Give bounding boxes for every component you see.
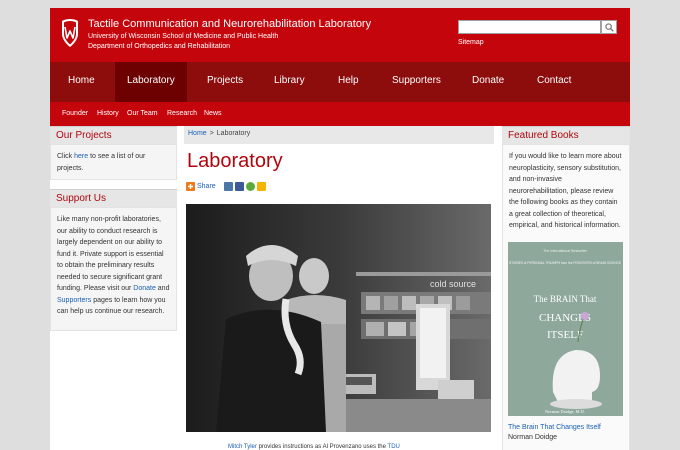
nav-donate[interactable]: Donate [472, 75, 504, 86]
site-header: Tactile Communication and Neurorehabilit… [50, 8, 630, 62]
book-author: Norman Doidge [508, 434, 558, 441]
book-cover-image[interactable]: The International Bestseller STORIES of … [508, 242, 623, 416]
subnav-research[interactable]: Research [167, 110, 197, 117]
sub-nav: Founder History Our Team Research News [50, 102, 630, 126]
vk-icon[interactable] [223, 182, 233, 191]
site-subtitle-university: University of Wisconsin School of Medici… [88, 33, 279, 40]
nav-home[interactable]: Home [68, 75, 95, 86]
page-title: Laboratory [187, 150, 283, 172]
breadcrumb-current: Laboratory [216, 130, 251, 137]
breadcrumb-home[interactable]: Home [188, 130, 207, 137]
share-plus-icon[interactable] [186, 182, 195, 191]
donate-link[interactable]: Donate [133, 285, 156, 292]
cover-title-line-1: The BRAIN That [534, 294, 597, 304]
cover-tagline: STORIES of PERSONAL TRIUMPH from the FRO… [509, 261, 621, 265]
main-nav: Home Laboratory Projects Library Help Su… [50, 62, 630, 102]
main-content: Home > Laboratory Laboratory Share cold … [184, 126, 494, 450]
sitemap-link[interactable]: Sitemap [458, 39, 484, 46]
featured-books-intro: If you would like to learn more about ne… [509, 153, 622, 229]
featured-books-heading: Featured Books [502, 126, 630, 144]
share-bar: Share [186, 182, 266, 191]
subnav-history[interactable]: History [97, 110, 119, 117]
subnav-our-team[interactable]: Our Team [127, 110, 158, 117]
our-projects-text: Click here to see a list of our projects… [50, 144, 177, 180]
nav-help[interactable]: Help [338, 75, 359, 86]
search-button[interactable] [601, 20, 617, 34]
subnav-founder[interactable]: Founder [62, 110, 88, 117]
left-sidebar: Our Projects Click here to see a list of… [50, 126, 177, 450]
nav-library[interactable]: Library [274, 75, 305, 86]
cover-top-text: The International Bestseller [543, 249, 588, 253]
lab-photo-image: cold source [186, 204, 491, 432]
site-title[interactable]: Tactile Communication and Neurorehabilit… [88, 18, 371, 30]
caption-link-mitch-tyler[interactable]: Mitch Tyler [228, 444, 257, 450]
facebook-icon[interactable] [234, 182, 244, 191]
support-text-1: Like many non-profit laboratories, our a… [57, 216, 164, 292]
nav-laboratory[interactable]: Laboratory [115, 62, 187, 102]
right-sidebar: Featured Books If you would like to lear… [502, 126, 630, 450]
support-us-heading: Support Us [50, 189, 177, 207]
breadcrumb-separator: > [209, 130, 214, 137]
photo-sign-text: cold source [430, 279, 476, 289]
projects-here-link[interactable]: here [74, 153, 88, 160]
subnav-news[interactable]: News [204, 110, 222, 117]
lab-photo: cold source [186, 204, 491, 432]
support-us-text: Like many non-profit laboratories, our a… [50, 207, 177, 331]
caption-text: provides instructions as Al Provenzano u… [256, 444, 388, 450]
share-link[interactable]: Share [197, 183, 216, 190]
nav-contact[interactable]: Contact [537, 75, 571, 86]
favorite-icon[interactable] [256, 182, 266, 191]
search-icon [604, 22, 614, 32]
photo-caption: Mitch Tyler provides instructions as Al … [228, 444, 400, 450]
supporters-link[interactable]: Supporters [57, 297, 91, 304]
support-text-2: and [155, 285, 170, 292]
uw-crest-icon[interactable] [60, 18, 80, 48]
caption-link-tdu[interactable]: TDU [388, 444, 400, 450]
our-projects-text-start: Click [57, 153, 75, 160]
nav-supporters[interactable]: Supporters [392, 75, 441, 86]
book-title-link[interactable]: The Brain That Changes Itself [508, 424, 601, 431]
our-projects-heading: Our Projects [50, 126, 177, 144]
search-input[interactable] [458, 20, 601, 34]
cover-title-line-3: ITSELF [547, 329, 583, 341]
book-cover-art: The International Bestseller STORIES of … [508, 242, 623, 416]
breadcrumb: Home > Laboratory [184, 126, 494, 144]
nav-projects[interactable]: Projects [207, 75, 243, 86]
bookmark-icon[interactable] [245, 182, 255, 191]
site-subtitle-department: Department of Orthopedics and Rehabilita… [88, 43, 231, 50]
page: Tactile Communication and Neurorehabilit… [50, 8, 630, 450]
